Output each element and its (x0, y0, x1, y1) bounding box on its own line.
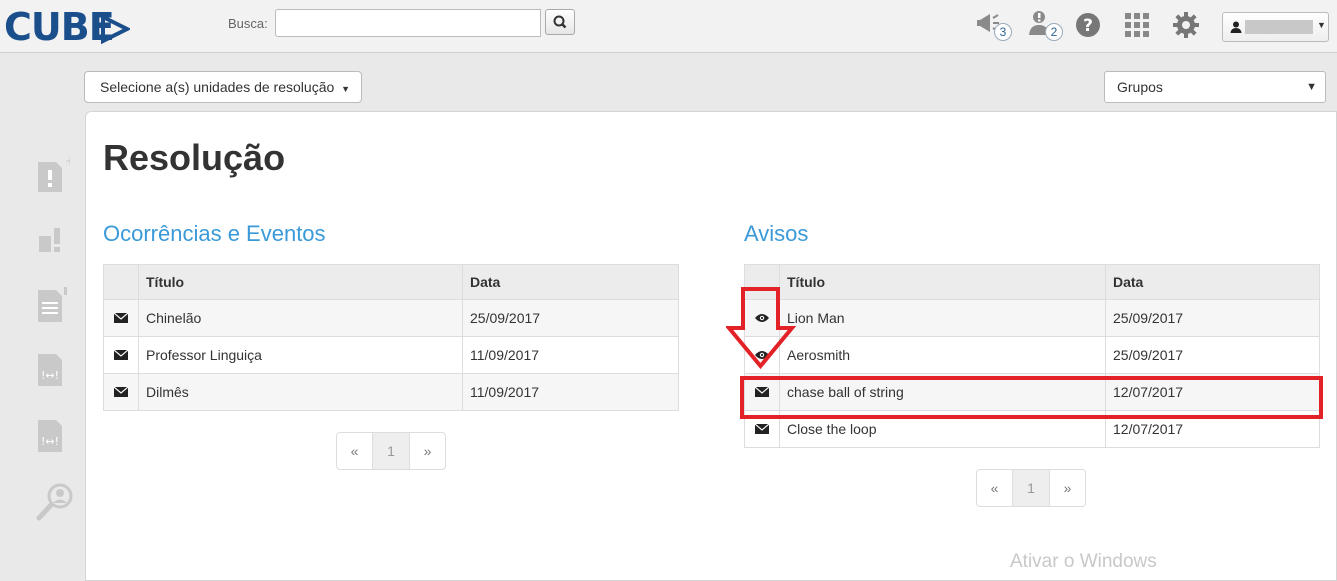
pagination-page[interactable]: 1 (372, 432, 410, 470)
search-input[interactable] (275, 9, 541, 37)
row-icon-cell (103, 299, 139, 337)
notices-table: Título Data Lion Man 25/09/2017 Aerosmit… (744, 264, 1320, 448)
table-header-row: Título Data (103, 264, 679, 300)
column-header-title[interactable]: Título (138, 264, 463, 300)
select-arrow-icon: ▼ (1306, 81, 1317, 93)
new-document-alert-icon: + (38, 154, 75, 192)
help-button[interactable]: ? (1075, 12, 1101, 43)
column-header-date[interactable]: Data (462, 264, 679, 300)
apps-button[interactable] (1124, 12, 1150, 43)
units-select-label: Selecione a(s) unidades de resolução (100, 79, 335, 95)
table-row[interactable]: Professor Linguiça 11/09/2017 (103, 336, 679, 374)
svg-text:+: + (65, 156, 70, 168)
annotation-arrow-down-icon (726, 287, 796, 370)
row-date: 12/07/2017 (1105, 410, 1320, 448)
svg-text:?: ? (1083, 16, 1093, 36)
row-date: 25/09/2017 (1105, 299, 1320, 337)
cube-logo[interactable]: CUBE (4, 6, 115, 48)
announcements-button[interactable]: 3 (976, 10, 1012, 41)
pagination-prev[interactable]: « (976, 469, 1013, 507)
pagination-page[interactable]: 1 (1012, 469, 1050, 507)
pagination-next[interactable]: » (1049, 469, 1086, 507)
row-icon-cell (103, 336, 139, 374)
apps-grid-icon (1125, 13, 1149, 37)
sidebar-item-user-search[interactable] (36, 482, 76, 527)
notices-pagination: « 1 » (976, 469, 1086, 507)
table-row[interactable]: Lion Man 25/09/2017 (744, 299, 1320, 337)
column-header-title[interactable]: Título (779, 264, 1106, 300)
row-date: 25/09/2017 (1105, 336, 1320, 374)
table-row[interactable]: Chinelão 25/09/2017 (103, 299, 679, 337)
groups-select-value: Grupos (1117, 79, 1163, 95)
row-date: 11/09/2017 (462, 336, 679, 374)
user-menu-button[interactable]: ▼ (1222, 12, 1329, 42)
units-select-button[interactable]: Selecione a(s) unidades de resolução ▼ (84, 71, 362, 103)
search-label: Busca: (228, 16, 268, 31)
caret-down-icon: ▼ (341, 84, 351, 94)
pagination-next[interactable]: » (409, 432, 446, 470)
row-icon-cell (744, 410, 780, 448)
alerts-button[interactable]: 2 (1027, 10, 1063, 41)
envelope-icon (113, 312, 129, 323)
row-title[interactable]: Lion Man (779, 299, 1106, 337)
sidebar-item-document-exchange[interactable]: !↔! (36, 418, 70, 459)
sidebar-item-document-alerts[interactable] (36, 286, 70, 329)
row-icon-cell (744, 373, 780, 411)
sidebar-item-new-occurrence[interactable]: + (36, 154, 75, 199)
table-row[interactable]: Close the loop 12/07/2017 (744, 410, 1320, 448)
windows-activation-watermark: Ativar o Windows (1010, 551, 1157, 572)
user-name-redacted (1245, 20, 1313, 34)
top-navbar: CUBE Busca: 3 2 ? ▼ (0, 0, 1337, 53)
envelope-icon (113, 349, 129, 360)
icon-column-header (103, 264, 139, 300)
table-header-row: Título Data (744, 264, 1320, 300)
occurrences-pagination: « 1 » (336, 432, 446, 470)
row-date: 12/07/2017 (1105, 373, 1320, 411)
document-tools-icon: !↔! (38, 354, 62, 386)
sidebar-item-user-alerts[interactable] (36, 224, 70, 263)
settings-button[interactable] (1172, 11, 1200, 44)
row-title[interactable]: Dilmês (138, 373, 463, 411)
help-icon: ? (1076, 13, 1100, 37)
notices-title: Avisos (744, 221, 809, 246)
row-icon-cell (103, 373, 139, 411)
pagination-prev[interactable]: « (336, 432, 373, 470)
envelope-icon (754, 423, 770, 434)
envelope-icon (754, 386, 770, 397)
gear-icon (1173, 12, 1199, 38)
row-date: 11/09/2017 (462, 373, 679, 411)
search-icon (553, 15, 567, 29)
row-title[interactable]: Aerosmith (779, 336, 1106, 374)
alerts-count-badge: 2 (1045, 23, 1063, 41)
user-icon (1230, 21, 1242, 33)
row-title[interactable]: Professor Linguiça (138, 336, 463, 374)
column-header-date[interactable]: Data (1105, 264, 1320, 300)
row-title[interactable]: Close the loop (779, 410, 1106, 448)
table-row[interactable]: chase ball of string 12/07/2017 (744, 373, 1320, 411)
caret-down-icon: ▼ (1317, 20, 1326, 30)
svg-text:!↔!: !↔! (41, 435, 59, 448)
row-date: 25/09/2017 (462, 299, 679, 337)
svg-text:!↔!: !↔! (41, 369, 59, 382)
user-search-icon (36, 483, 73, 521)
table-row[interactable]: Aerosmith 25/09/2017 (744, 336, 1320, 374)
user-alert-icon (39, 228, 60, 252)
row-title[interactable]: chase ball of string (779, 373, 1106, 411)
occurrences-table: Título Data Chinelão 25/09/2017 Professo… (103, 264, 679, 411)
groups-select[interactable]: Grupos ▼ (1104, 71, 1326, 103)
document-exchange-icon: !↔! (38, 420, 62, 452)
search-button[interactable] (545, 9, 575, 35)
sidebar-item-document-tools[interactable]: !↔! (36, 352, 70, 393)
envelope-icon (113, 386, 129, 397)
document-alert-icon (38, 287, 67, 322)
occurrences-title: Ocorrências e Eventos (103, 221, 326, 246)
announcements-count-badge: 3 (994, 23, 1012, 41)
table-row[interactable]: Dilmês 11/09/2017 (103, 373, 679, 411)
play-logo-icon (101, 14, 130, 44)
row-title[interactable]: Chinelão (138, 299, 463, 337)
page-title: Resolução (103, 137, 286, 178)
